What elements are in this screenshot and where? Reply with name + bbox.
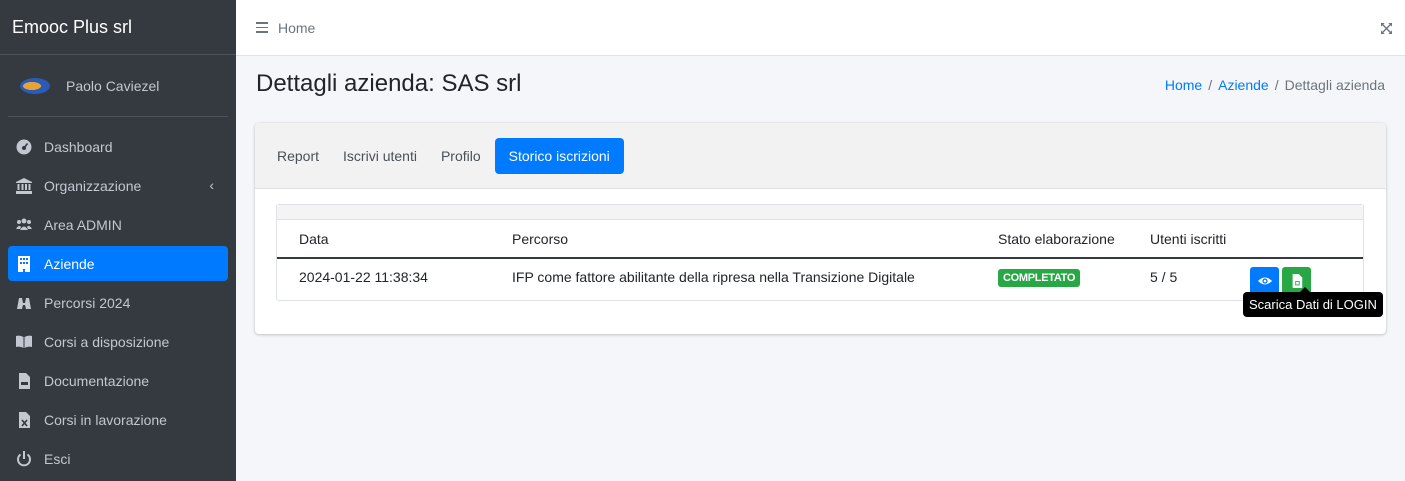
table-header-row: Data Percorso Stato elaborazione Utenti … — [277, 220, 1363, 259]
users-icon — [14, 215, 34, 235]
menu-toggle-icon[interactable] — [256, 22, 268, 33]
column-header-percorso[interactable]: Percorso — [490, 220, 976, 259]
table-toolbar — [277, 205, 1363, 220]
chevron-left-icon: ‹ — [209, 177, 214, 193]
pdf-file-icon — [14, 371, 34, 391]
sidebar-item-label: Corsi a disposizione — [44, 333, 170, 350]
cell-data: 2024-01-22 11:38:34 — [299, 269, 428, 285]
breadcrumb-separator: / — [1274, 77, 1279, 93]
column-header-actions — [1238, 220, 1363, 259]
status-badge: COMPLETATO — [998, 268, 1081, 287]
excel-file-icon — [1292, 274, 1302, 288]
column-header-data[interactable]: Data — [277, 220, 490, 259]
user-panel[interactable]: Paolo Caviezel — [8, 55, 228, 117]
tab-report[interactable]: Report — [267, 139, 329, 173]
company-details-card: Report Iscrivi utenti Profilo Storico is… — [255, 123, 1386, 334]
book-icon — [14, 332, 34, 352]
view-button[interactable] — [1250, 267, 1279, 295]
tab-profilo[interactable]: Profilo — [431, 139, 491, 173]
breadcrumb-separator: / — [1208, 77, 1213, 93]
sidebar-item-label: Esci — [44, 450, 71, 467]
enrollments-table-container: Data Percorso Stato elaborazione Utenti … — [276, 204, 1364, 301]
page-title: Dettagli azienda: SAS srl — [256, 70, 522, 97]
top-navbar: Home — [236, 0, 1405, 56]
tab-storico-iscrizioni[interactable]: Storico iscrizioni — [494, 137, 624, 174]
sidebar-item-corsi-in-lavorazione[interactable]: Corsi in lavorazione — [8, 402, 228, 437]
sidebar-item-corsi-a-disposizione[interactable]: Corsi a disposizione — [8, 324, 228, 359]
brand-title[interactable]: Emooc Plus srl — [0, 0, 236, 55]
sidebar-item-aziende[interactable]: Aziende — [8, 246, 228, 281]
fullscreen-icon[interactable] — [1381, 23, 1392, 34]
sidebar: Emooc Plus srl Paolo Caviezel Dashboard … — [0, 0, 236, 481]
sidebar-item-documentazione[interactable]: Documentazione — [8, 363, 228, 398]
breadcrumb-current: Dettagli azienda — [1284, 77, 1385, 93]
excel-file-icon — [14, 410, 34, 430]
sidebar-item-organizzazione[interactable]: Organizzazione ‹ — [8, 168, 228, 203]
dashboard-icon — [14, 137, 34, 157]
enrollments-table: Data Percorso Stato elaborazione Utenti … — [277, 220, 1363, 295]
binoculars-icon — [14, 293, 34, 313]
sidebar-item-label: Dashboard — [44, 138, 113, 155]
sidebar-item-label: Corsi in lavorazione — [44, 411, 167, 428]
sidebar-item-label: Aziende — [44, 255, 95, 272]
sidebar-item-label: Organizzazione — [44, 177, 142, 194]
sidebar-item-area-admin[interactable]: Area ADMIN — [8, 207, 228, 242]
power-icon — [14, 449, 34, 469]
cell-stato: COMPLETATO — [976, 258, 1128, 295]
sidebar-item-label: Percorsi 2024 — [44, 294, 131, 311]
sidebar-item-percorsi-2024[interactable]: Percorsi 2024 — [8, 285, 228, 320]
sidebar-item-label: Area ADMIN — [44, 216, 122, 233]
tabs-bar: Report Iscrivi utenti Profilo Storico is… — [255, 123, 1386, 189]
tooltip: Scarica Dati di LOGIN — [1243, 292, 1383, 317]
sidebar-item-esci[interactable]: Esci — [8, 441, 228, 476]
column-header-utenti[interactable]: Utenti iscritti — [1128, 220, 1238, 259]
tab-iscrivi-utenti[interactable]: Iscrivi utenti — [333, 139, 427, 173]
topbar-home-link[interactable]: Home — [278, 20, 315, 36]
breadcrumb-aziende[interactable]: Aziende — [1218, 77, 1269, 93]
breadcrumb: Home / Aziende / Dettagli azienda — [1165, 77, 1385, 93]
bank-icon — [14, 176, 34, 196]
building-icon — [14, 254, 34, 274]
sidebar-item-dashboard[interactable]: Dashboard — [8, 129, 228, 164]
sidebar-item-label: Documentazione — [44, 372, 150, 389]
avatar — [20, 77, 50, 94]
eye-icon — [1257, 277, 1272, 285]
cell-percorso: IFP come fattore abilitante della ripres… — [512, 269, 915, 285]
cell-utenti: 5 / 5 — [1150, 269, 1178, 285]
sidebar-nav: Dashboard Organizzazione ‹ Area ADMIN Az… — [0, 117, 236, 476]
breadcrumb-home[interactable]: Home — [1165, 77, 1202, 93]
table-row: 2024-01-22 11:38:34 IFP come fattore abi… — [277, 258, 1363, 295]
user-name[interactable]: Paolo Caviezel — [66, 78, 159, 94]
column-header-stato[interactable]: Stato elaborazione — [976, 220, 1128, 259]
